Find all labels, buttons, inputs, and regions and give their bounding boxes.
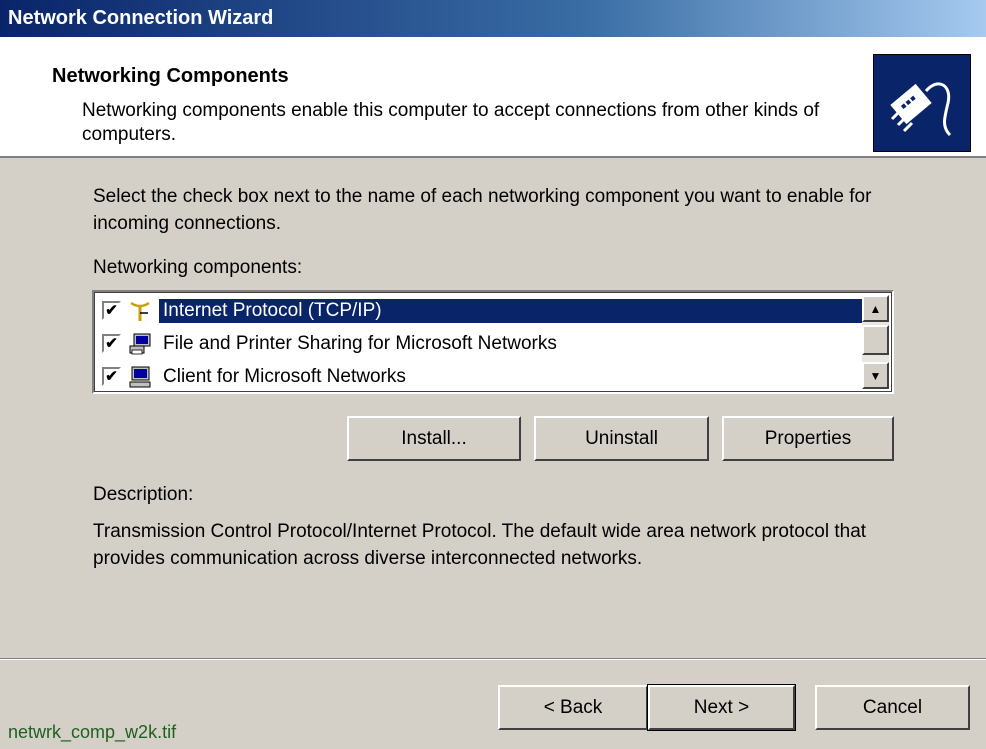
list-item-tcpip[interactable]: ✔ Internet Protocol (TCP/IP) <box>96 294 868 327</box>
tcpip-checkbox[interactable]: ✔ <box>102 301 121 320</box>
components-listbox[interactable]: ✔ Internet Protocol (TCP/IP) ✔ File and … <box>92 290 894 394</box>
network-client-icon <box>127 364 153 390</box>
file-printer-sharing-icon <box>127 331 153 357</box>
cancel-button[interactable]: Cancel <box>815 685 970 730</box>
file-printer-sharing-checkbox[interactable]: ✔ <box>102 334 121 353</box>
footer-divider <box>0 658 986 660</box>
scroll-thumb[interactable] <box>862 325 889 355</box>
list-item-label: Internet Protocol (TCP/IP) <box>159 298 868 323</box>
network-cable-icon <box>873 54 971 152</box>
page-title: Networking Components <box>52 65 289 87</box>
uninstall-button[interactable]: Uninstall <box>534 416 709 461</box>
properties-button[interactable]: Properties <box>722 416 894 461</box>
protocol-icon <box>127 298 153 324</box>
page-subtitle: Networking components enable this comput… <box>82 100 820 145</box>
list-scrollbar[interactable]: ▲ ▼ <box>862 295 889 389</box>
window-title: Network Connection Wizard <box>8 7 274 29</box>
scroll-down-arrow-icon[interactable]: ▼ <box>862 362 889 389</box>
network-client-checkbox[interactable]: ✔ <box>102 367 121 386</box>
list-item-label: Client for Microsoft Networks <box>163 365 406 387</box>
list-item-file-printer-sharing[interactable]: ✔ File and Printer Sharing for Microsoft… <box>96 327 868 360</box>
install-button[interactable]: Install... <box>347 416 521 461</box>
back-button[interactable]: < Back <box>498 685 648 730</box>
list-item-label: File and Printer Sharing for Microsoft N… <box>163 332 557 354</box>
image-caption: netwrk_comp_w2k.tif <box>8 722 177 742</box>
description-text: Transmission Control Protocol/Internet P… <box>93 521 867 569</box>
description-label: Description: <box>93 484 194 505</box>
next-button[interactable]: Next > <box>647 684 796 731</box>
wizard-header: Networking Components Networking compone… <box>0 37 986 158</box>
scroll-up-arrow-icon[interactable]: ▲ <box>862 295 889 322</box>
title-bar: Network Connection Wizard <box>0 0 986 37</box>
intro-text: Select the check box next to the name of… <box>93 186 872 234</box>
components-list-label: Networking components: <box>93 257 303 278</box>
list-item-network-client[interactable]: ✔ Client for Microsoft Networks <box>96 360 868 393</box>
